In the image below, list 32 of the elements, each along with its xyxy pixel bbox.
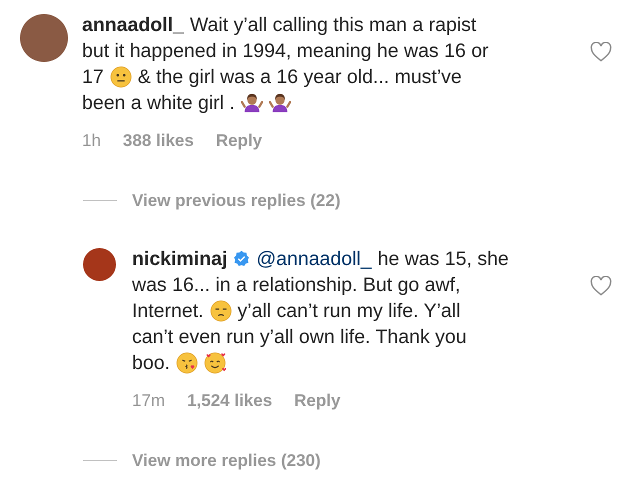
comment-text: y’all can’t run my life. Y’all [238,298,460,324]
likes-count-link[interactable]: 1,524 likes [187,388,272,414]
comment-text: Internet. [132,298,204,324]
reply-link[interactable]: Reply [216,128,262,154]
comment-text: been a white girl . [82,91,235,116]
comment-text: 17 [82,65,104,90]
shrugging-person-icon [268,92,291,114]
unamused-face-icon [210,300,232,322]
comment-text: was 16... in a relationship. But go awf, [132,272,460,298]
like-heart-icon[interactable] [590,42,612,62]
comment-text: boo. [132,350,170,376]
avatar-placeholder[interactable] [83,248,116,280]
comment-text: can’t even run y’all own life. Thank you [132,324,467,350]
shrugging-person-icon [240,92,263,114]
likes-count-link[interactable]: 388 likes [122,128,194,154]
comment-text: Wait y’all calling this man a rapist [190,13,476,38]
smiling-face-with-hearts-icon [204,352,226,374]
timestamp: 17m [132,390,166,412]
view-replies-link[interactable]: View more replies (230) [132,448,321,473]
like-heart-icon[interactable] [590,276,612,296]
view-replies-link[interactable]: View previous replies (22) [132,188,340,214]
username[interactable]: nickiminaj [132,246,228,272]
mention-link[interactable]: @annaadoll_ [256,246,372,272]
username[interactable]: annaadoll_ [82,12,184,38]
neutral-face-icon [110,66,132,88]
comment-text: but it happened in 1994, meaning he was 16 or [82,39,489,64]
comment-text: he was 15, she [378,246,509,272]
avatar-placeholder[interactable] [20,14,68,62]
kissing-face-icon [176,352,198,374]
reply-link[interactable]: Reply [294,388,340,414]
timestamp: 1h [82,130,101,152]
comment-text: & the girl was a 16 year old... must’ve [138,65,462,90]
